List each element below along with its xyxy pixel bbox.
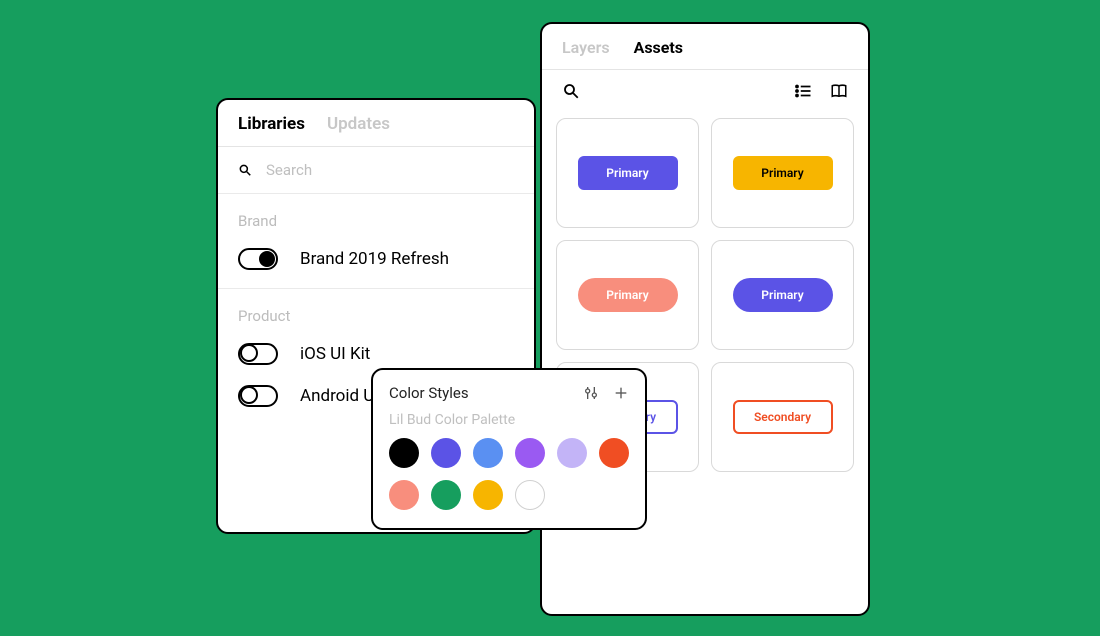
color-swatch[interactable] xyxy=(473,438,503,468)
swatch-list xyxy=(389,438,629,510)
toggle-brand-refresh[interactable] xyxy=(238,248,278,270)
list-view-icon[interactable] xyxy=(794,82,812,100)
color-styles-title: Color Styles xyxy=(389,384,469,402)
style-settings-icon[interactable] xyxy=(583,385,599,401)
libraries-search[interactable]: Search xyxy=(218,147,534,194)
color-swatch[interactable] xyxy=(389,438,419,468)
library-name: Android UI xyxy=(300,386,379,406)
color-swatch[interactable] xyxy=(389,480,419,510)
asset-card[interactable]: Primary xyxy=(556,118,699,228)
library-row-brand: Brand 2019 Refresh xyxy=(218,238,534,280)
assets-toolbar xyxy=(542,70,868,112)
tab-libraries[interactable]: Libraries xyxy=(238,114,305,134)
libraries-tabs: Libraries Updates xyxy=(218,100,534,147)
search-icon xyxy=(238,163,252,177)
search-icon[interactable] xyxy=(562,82,580,100)
tab-assets[interactable]: Assets xyxy=(634,38,683,57)
library-name: Brand 2019 Refresh xyxy=(300,249,449,269)
component-button: Primary xyxy=(733,278,833,312)
component-button: Primary xyxy=(578,156,678,190)
tab-layers[interactable]: Layers xyxy=(562,38,610,57)
color-swatch[interactable] xyxy=(599,438,629,468)
palette-name: Lil Bud Color Palette xyxy=(389,412,629,428)
asset-card[interactable]: Primary xyxy=(711,118,854,228)
color-swatch[interactable] xyxy=(431,480,461,510)
component-button: Secondary xyxy=(733,400,833,434)
color-swatch[interactable] xyxy=(515,480,545,510)
color-swatch[interactable] xyxy=(515,438,545,468)
add-style-icon[interactable] xyxy=(613,385,629,401)
color-styles-popover: Color Styles Lil Bud Color Palette xyxy=(371,368,647,530)
tab-updates[interactable]: Updates xyxy=(327,114,390,134)
library-book-icon[interactable] xyxy=(830,82,848,100)
component-button: Primary xyxy=(733,156,833,190)
toggle-android-ui[interactable] xyxy=(238,385,278,407)
library-name: iOS UI Kit xyxy=(300,344,370,364)
search-placeholder: Search xyxy=(266,161,312,179)
assets-tabs: Layers Assets xyxy=(542,24,868,70)
toggle-ios-ui[interactable] xyxy=(238,343,278,365)
color-swatch[interactable] xyxy=(431,438,461,468)
asset-card[interactable]: Secondary xyxy=(711,362,854,472)
section-brand-label: Brand xyxy=(218,194,534,238)
color-swatch[interactable] xyxy=(473,480,503,510)
section-product-label: Product xyxy=(218,288,534,333)
asset-card[interactable]: Primary xyxy=(711,240,854,350)
component-button: Primary xyxy=(578,278,678,312)
color-swatch[interactable] xyxy=(557,438,587,468)
asset-card[interactable]: Primary xyxy=(556,240,699,350)
